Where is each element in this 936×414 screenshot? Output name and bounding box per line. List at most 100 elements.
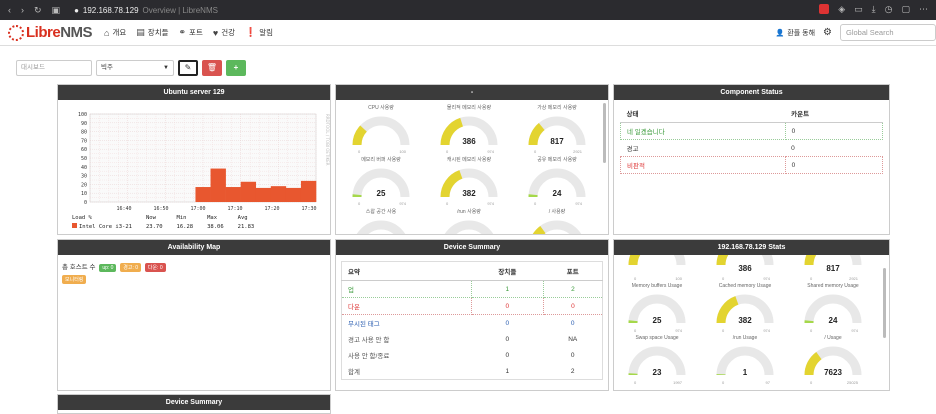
table-row[interactable]: 경고 0 [621,140,883,157]
more-icon[interactable]: ⋯ [919,4,928,15]
table-row[interactable]: 업 1 2 [342,281,603,298]
gauge[interactable]: 스왑 공간 사용 [350,208,412,234]
edit-dashboard-button[interactable]: ✎ [178,60,198,76]
gauge-label: 메모리 버퍼 사용량 [350,156,412,163]
widget-title[interactable]: Availability Map [58,240,330,255]
site-info-icon[interactable]: ● [74,6,79,15]
widget-title[interactable]: Ubuntu server 129 [58,85,330,100]
status-badge[interactable]: up: 0 [99,264,116,272]
gauge[interactable]: Cached memory Usage 382 0 974 [714,283,776,341]
status-badge[interactable]: 다운: 0 [145,263,166,272]
gauge[interactable]: Memory buffers Usage 25 0 974 [626,283,688,341]
gauge-label: 스왑 공간 사용 [350,208,412,215]
librenms-logo[interactable]: LibreNMS [8,24,92,41]
scrollbar[interactable] [883,268,886,338]
window-icon[interactable]: ▢ [901,4,910,15]
gauge[interactable]: 물리적 메모리 사용량 386 0 974 [438,104,500,162]
gauge[interactable]: CPU 사용량 0 100 [350,104,412,162]
history-icon[interactable]: ◷ [885,4,893,15]
logo-mark-icon [8,25,24,41]
gauge-label: 캐시된 메모리 사용량 [438,156,500,163]
table-row[interactable]: 다운 0 0 [342,298,603,315]
toolbar-icon[interactable]: ▭ [854,4,863,15]
menu-devices[interactable]: ▤장치들 [136,27,168,38]
column-header: 상태 [621,104,786,123]
scrollbar[interactable] [603,103,606,163]
main-menu: ⌂개요 ▤장치들 ⚭포트 ♥건강 ❗알림 [104,27,273,38]
device-summary-widget: Device Summary 요약 장치들 포트 업 1 2다운 0 0무시된 … [335,239,609,391]
legend-swatch [72,223,77,228]
gauge[interactable]: Shared memory Usage 24 0 974 [802,283,864,341]
widget-title[interactable]: 192.168.78.129 Stats [614,240,889,255]
y-tick-label: 10 [81,191,87,197]
download-icon[interactable]: ⤓ [872,4,876,15]
widget-title[interactable]: Device Summary [58,395,330,410]
gauge[interactable]: / Usage 7623 0 25025 [802,335,864,390]
gauge-label: CPU 사용량 [350,104,412,111]
shield-icon[interactable]: ◈ [838,4,845,15]
extension-icon[interactable] [819,4,829,14]
gauge-value: 386 [714,264,776,273]
table-row[interactable]: 비판적 0 [621,157,883,174]
menu-ports[interactable]: ⚭포트 [179,27,203,38]
gauge-min: 0 [446,201,448,206]
gauge-max: 974 [763,328,770,333]
menu-health[interactable]: ♥건강 [213,27,235,38]
widget-title[interactable]: Device Summary [336,240,608,255]
gauge[interactable]: /run 사용량 [438,208,500,234]
table-row[interactable]: 경고 사용 안 함 0 NA [342,331,603,347]
gauge[interactable]: / 사용량 [526,208,588,234]
gauge[interactable]: Swap space Usage 23 0 1997 [626,335,688,390]
chart-bar [211,169,226,202]
gauge-max: 1997 [673,380,682,385]
port-count: NA [543,331,602,347]
gauge[interactable]: 캐시된 메모리 사용량 382 0 974 [438,156,500,214]
table-row[interactable]: 합계 1 2 [342,363,603,380]
delete-dashboard-button[interactable]: 🗑 [202,60,222,76]
gauge-track [445,225,493,234]
gauge-min: 0 [634,276,636,281]
status-badge[interactable]: 모니터링 [62,275,86,284]
gauge[interactable]: /run Usage 1 0 97 [714,335,776,390]
gauge-fill [633,255,640,265]
gauge-grid: CPU 사용량 0 100 물리적 메모리 사용량 386 0 974 가상 메… [336,100,608,234]
menu-overview[interactable]: ⌂개요 [104,27,126,38]
add-widget-button[interactable]: + [226,60,246,76]
gauge-min: 0 [634,380,636,385]
reload-icon[interactable]: ↻ [34,5,42,16]
gauge[interactable]: 가상 메모리 사용량 817 0 2921 [526,104,588,162]
table-row[interactable]: 네 일겠습니다 0 [621,123,883,140]
forward-icon[interactable]: › [21,5,24,16]
gauge-max: 2921 [849,276,858,281]
chart-bar [286,188,301,202]
user-menu[interactable]: 👤환플 동해 [776,28,815,38]
device-stats-widget: 192.168.78.129 Stats 0 100 386 0 974 [613,239,890,391]
device-count: 1 [471,363,543,380]
address-bar[interactable]: ● 192.168.78.129 Overview | LibreNMS [74,6,218,15]
y-tick-label: 100 [78,112,87,118]
gauge[interactable]: 메모리 버퍼 사용량 25 0 974 [350,156,412,214]
gauge-max: 2921 [573,149,582,154]
widget-title[interactable]: - [336,85,608,100]
global-search-input[interactable]: Global Search [840,24,936,41]
gauge[interactable]: 공유 메모리 사용량 24 0 974 [526,156,588,214]
gauge-value: 386 [438,137,500,146]
gauge-label: Shared memory Usage [802,283,864,289]
gear-icon[interactable]: ⚙ [823,27,832,38]
back-icon[interactable]: ‹ [8,5,11,16]
tabs-icon[interactable]: ▣ [52,5,61,16]
menu-alerts[interactable]: ❗알림 [245,27,273,38]
availability-map-widget: Availability Map 총 호스트 수 up: 0 경고: 0 다운:… [57,239,331,391]
table-row[interactable]: 무시된 태그 0 0 [342,315,603,332]
device-count: 0 [471,298,543,315]
widget-title[interactable]: Component Status [614,85,889,100]
chart-bar [241,182,256,202]
dashboard-name-input[interactable]: 대시보드 [16,60,92,76]
status-badge[interactable]: 경고: 0 [120,263,141,272]
table-row[interactable]: 사용 안 함/종료 0 0 [342,347,603,363]
status-count: 0 [785,140,882,157]
gauge-label: Swap space Usage [626,335,688,341]
summary-label: 사용 안 함/종료 [342,347,472,363]
legend-header: Max [207,215,236,221]
dashboard-select[interactable]: 빅주▼ [96,60,174,76]
